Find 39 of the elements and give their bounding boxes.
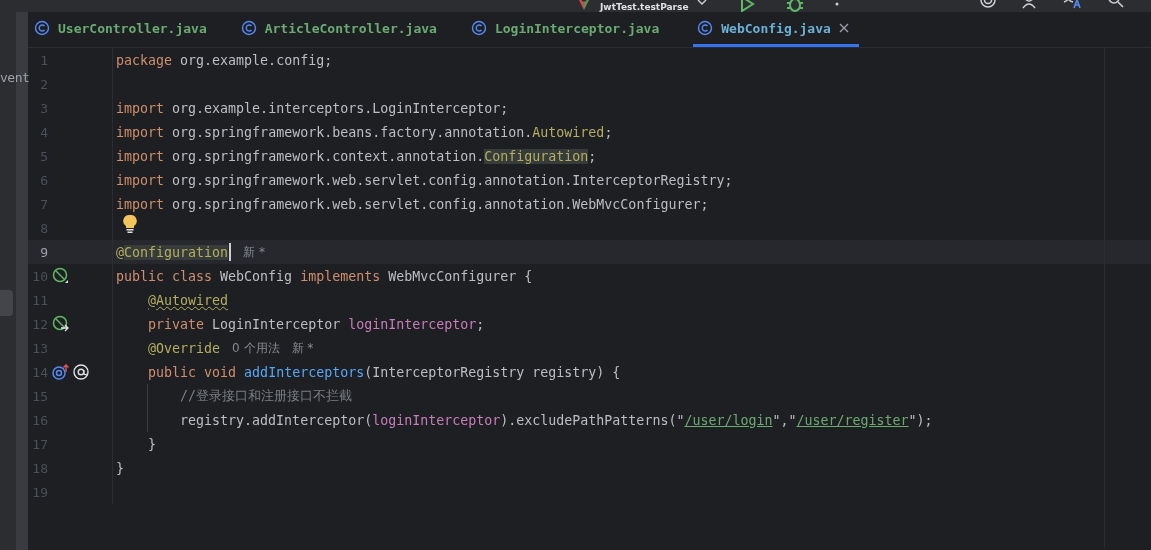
close-icon[interactable] [838, 23, 849, 33]
run-icon[interactable] [738, 0, 757, 12]
panel-label[interactable]: vent [0, 70, 30, 85]
code-line: private LoginInterceptor loginInterceptor; [147, 316, 485, 332]
bean-icon[interactable] [52, 267, 70, 285]
run-configuration[interactable]: JwtTest.testParse [600, 2, 689, 12]
code-line: @Configuration [116, 244, 229, 260]
line-number: 9 [39, 244, 48, 260]
code-line: import org.springframework.context.annotation.Configuration; [116, 148, 597, 164]
class-icon [470, 20, 487, 36]
code-line: @Override [147, 340, 221, 356]
editor-tab[interactable]: ArticleController.java [240, 12, 457, 47]
code-line: import org.springframework.web.servlet.config.annotation.WebMvcConfigurer; [116, 196, 709, 212]
override-icon[interactable] [52, 363, 70, 381]
code-line: import org.example.interceptors.LoginInterceptor; [116, 100, 509, 116]
editor-tab[interactable]: UserController.java [34, 12, 227, 47]
code-line: public class WebConfig implements WebMvcConfigurer { [116, 268, 533, 284]
code-line: } [116, 460, 124, 476]
injected-bean-icon[interactable] [52, 315, 70, 333]
editor-tab[interactable]: LoginInterceptor.java [470, 12, 680, 47]
code-line: //登录接口和注册接口不拦截 [179, 387, 353, 405]
at-icon[interactable] [72, 363, 90, 381]
code-line: import org.springframework.beans.factory.annotation.Autowired; [116, 124, 613, 140]
class-icon [697, 20, 714, 36]
inlay-hint[interactable]: 新 * [243, 243, 265, 261]
inlay-hint[interactable]: 新 * [291, 339, 314, 357]
class-icon [34, 20, 50, 36]
inlay-hint[interactable]: 0 个用法 [232, 339, 280, 357]
code-line: } [147, 436, 157, 452]
code-line: registry.addInterceptor(loginInterceptor).excludePathPatterns("/user/login","/user/register"); [179, 412, 933, 428]
code-line: package org.example.config; [116, 52, 333, 68]
lightbulb-icon[interactable] [122, 214, 138, 234]
bug-icon[interactable] [786, 0, 805, 12]
code-line: public void addInterceptors(InterceptorRegistry registry) { [147, 364, 621, 380]
project-icon [576, 0, 592, 12]
code-line: @Autowired [147, 292, 229, 308]
code-line: import org.springframework.web.servlet.config.annotation.InterceptorRegistry; [116, 172, 733, 188]
class-icon [240, 20, 257, 36]
editor-tab[interactable]: WebConfig.java [693, 12, 859, 47]
